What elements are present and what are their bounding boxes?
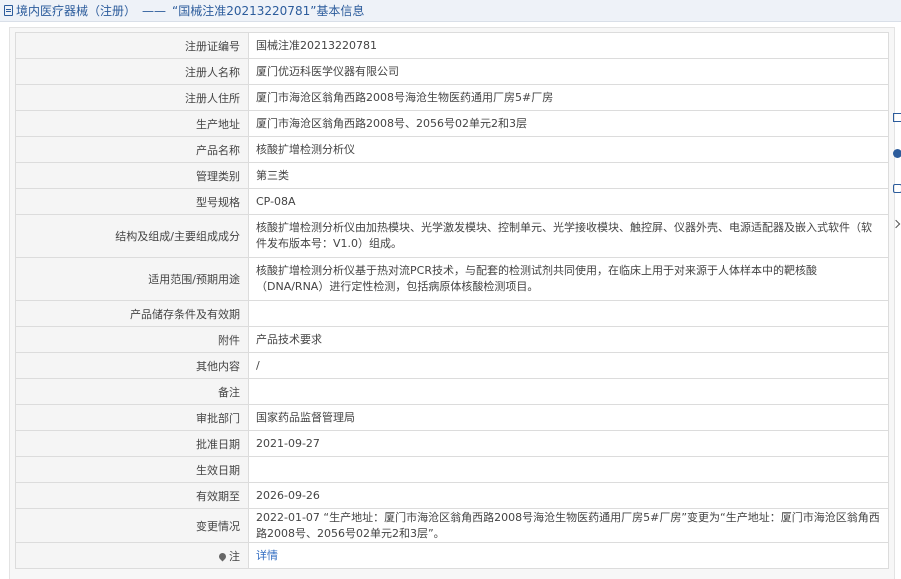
table-row: 注册证编号 国械注准20213220781 bbox=[15, 32, 889, 59]
row-value: CP-08A bbox=[248, 188, 889, 215]
help-icon[interactable] bbox=[893, 149, 901, 158]
row-label: 生产地址 bbox=[15, 110, 249, 137]
table-row: 产品名称 核酸扩增检测分析仪 bbox=[15, 136, 889, 163]
row-label: 有效期至 bbox=[15, 482, 249, 509]
row-label: 审批部门 bbox=[15, 404, 249, 431]
note-row: 注 详情 bbox=[15, 542, 889, 569]
info-table: 注册证编号 国械注准20213220781 注册人名称 厦门优迈科医学仪器有限公司 … bbox=[15, 32, 889, 569]
row-label: 产品储存条件及有效期 bbox=[15, 300, 249, 327]
row-value: 产品技术要求 bbox=[248, 326, 889, 353]
note-label-cell: 注 bbox=[15, 542, 249, 569]
row-value: 国家药品监督管理局 bbox=[248, 404, 889, 431]
row-label: 批准日期 bbox=[15, 430, 249, 457]
row-value: 核酸扩增检测分析仪基于热对流PCR技术，与配套的检测试剂共同使用，在临床上用于对… bbox=[248, 257, 889, 301]
row-label: 注册证编号 bbox=[15, 32, 249, 59]
table-row: 审批部门 国家药品监督管理局 bbox=[15, 404, 889, 431]
table-row: 变更情况 2022-01-07 “生产地址：厦门市海沧区翁角西路2008号海沧生物… bbox=[15, 508, 889, 543]
table-row: 管理类别 第三类 bbox=[15, 162, 889, 189]
row-value: 2022-01-07 “生产地址：厦门市海沧区翁角西路2008号海沧生物医药通用… bbox=[248, 508, 889, 543]
row-value: 2021-09-27 bbox=[248, 430, 889, 457]
row-label: 型号规格 bbox=[15, 188, 249, 215]
note-label: 注 bbox=[229, 549, 240, 563]
row-value bbox=[248, 300, 889, 327]
map-pin-icon bbox=[217, 551, 228, 562]
table-row: 生效日期 bbox=[15, 456, 889, 483]
edit-icon[interactable] bbox=[893, 113, 901, 122]
row-value bbox=[248, 378, 889, 405]
table-row: 备注 bbox=[15, 378, 889, 405]
row-value: 厦门优迈科医学仪器有限公司 bbox=[248, 58, 889, 85]
row-label: 备注 bbox=[15, 378, 249, 405]
row-value: 国械注准20213220781 bbox=[248, 32, 889, 59]
row-label: 生效日期 bbox=[15, 456, 249, 483]
table-row: 生产地址 厦门市海沧区翁角西路2008号、2056号02单元2和3层 bbox=[15, 110, 889, 137]
row-label: 其他内容 bbox=[15, 352, 249, 379]
table-row: 有效期至 2026-09-26 bbox=[15, 482, 889, 509]
document-icon bbox=[4, 5, 13, 16]
row-label: 管理类别 bbox=[15, 162, 249, 189]
row-label: 结构及组成/主要组成成分 bbox=[15, 214, 249, 258]
table-row: 其他内容 / bbox=[15, 352, 889, 379]
table-row: 批准日期 2021-09-27 bbox=[15, 430, 889, 457]
row-value: 2026-09-26 bbox=[248, 482, 889, 509]
row-value: 厦门市海沧区翁角西路2008号海沧生物医药通用厂房5#厂房 bbox=[248, 84, 889, 111]
row-label: 适用范围/预期用途 bbox=[15, 257, 249, 301]
row-label: 产品名称 bbox=[15, 136, 249, 163]
row-value: 核酸扩增检测分析仪由加热模块、光学激发模块、控制单元、光学接收模块、触控屏、仪器… bbox=[248, 214, 889, 258]
row-label: 注册人名称 bbox=[15, 58, 249, 85]
breadcrumb-path[interactable]: 境内医疗器械（注册） bbox=[16, 2, 136, 19]
table-row: 附件 产品技术要求 bbox=[15, 326, 889, 353]
table-row: 产品储存条件及有效期 bbox=[15, 300, 889, 327]
copy-icon[interactable] bbox=[893, 184, 901, 193]
row-value: 厦门市海沧区翁角西路2008号、2056号02单元2和3层 bbox=[248, 110, 889, 137]
table-row: 注册人住所 厦门市海沧区翁角西路2008号海沧生物医药通用厂房5#厂房 bbox=[15, 84, 889, 111]
row-value: / bbox=[248, 352, 889, 379]
breadcrumb-separator: —— bbox=[142, 3, 167, 18]
row-label: 注册人住所 bbox=[15, 84, 249, 111]
table-row: 注册人名称 厦门优迈科医学仪器有限公司 bbox=[15, 58, 889, 85]
table-row: 结构及组成/主要组成成分 核酸扩增检测分析仪由加热模块、光学激发模块、控制单元、光… bbox=[15, 214, 889, 258]
table-row: 适用范围/预期用途 核酸扩增检测分析仪基于热对流PCR技术，与配套的检测试剂共同使… bbox=[15, 257, 889, 301]
row-label: 变更情况 bbox=[15, 508, 249, 543]
table-row: 型号规格 CP-08A bbox=[15, 188, 889, 215]
title-bar: 境内医疗器械（注册） —— “国械注准20213220781”基本信息 bbox=[0, 0, 901, 22]
details-link[interactable]: 详情 bbox=[256, 549, 278, 562]
row-value: 第三类 bbox=[248, 162, 889, 189]
row-value: 核酸扩增检测分析仪 bbox=[248, 136, 889, 163]
page-title: “国械注准20213220781”基本信息 bbox=[172, 4, 365, 18]
row-label: 附件 bbox=[15, 326, 249, 353]
row-value bbox=[248, 456, 889, 483]
note-value-cell: 详情 bbox=[248, 542, 889, 569]
